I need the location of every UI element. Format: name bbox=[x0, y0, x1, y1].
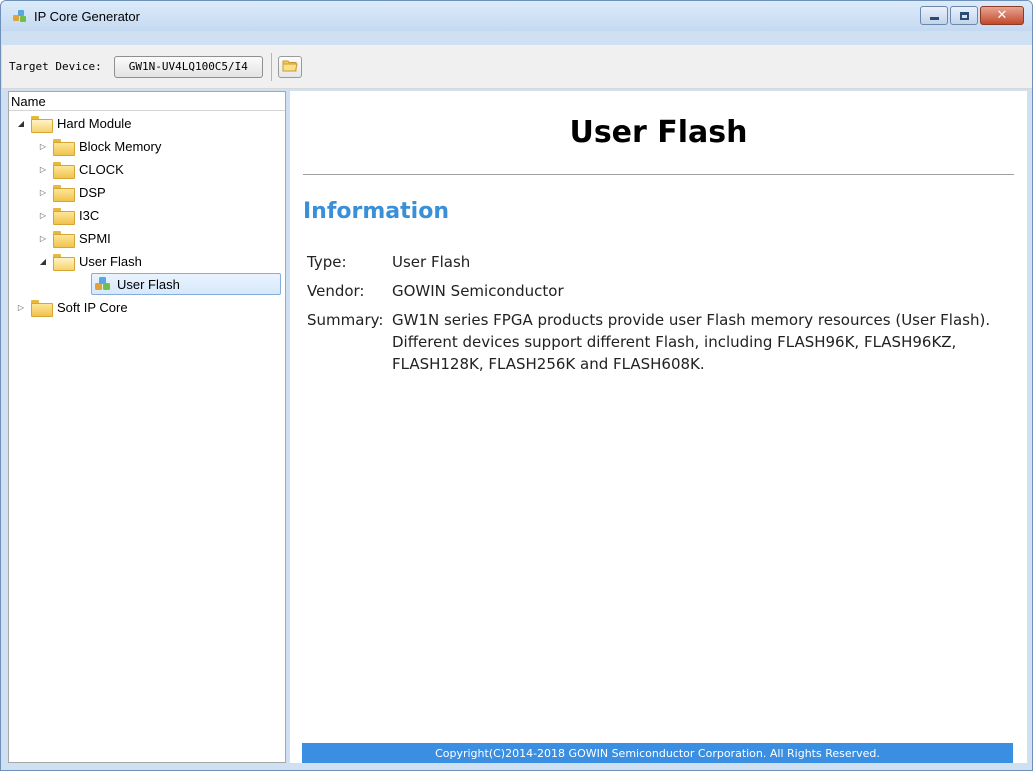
tree-item-soft-ip-core[interactable]: ▷ Soft IP Core bbox=[15, 296, 128, 318]
tree-item-user-flash[interactable]: User Flash bbox=[91, 273, 281, 295]
folder-icon bbox=[31, 299, 53, 317]
tree-item-label: User Flash bbox=[79, 253, 142, 269]
expanded-arrow-icon[interactable]: ◢ bbox=[15, 119, 27, 128]
folder-open-icon bbox=[282, 59, 298, 75]
target-device-label: Target Device: bbox=[9, 60, 102, 73]
tree-item-label: SPMI bbox=[79, 230, 111, 246]
ip-tree-panel: Name ◢ Hard Module ▷ Block Memory ▷ CLOC… bbox=[8, 91, 286, 763]
tree-item-block-memory[interactable]: ▷ Block Memory bbox=[37, 135, 161, 157]
tree-item-label: User Flash bbox=[117, 276, 180, 292]
ip-core-generator-icon bbox=[12, 8, 28, 24]
tree-item-hard-module[interactable]: ◢ Hard Module bbox=[15, 112, 131, 134]
info-row-type: Type: User Flash bbox=[307, 251, 992, 273]
copyright-footer: Copyright(C)2014-2018 GOWIN Semiconducto… bbox=[302, 743, 1013, 763]
minimize-button[interactable] bbox=[920, 6, 948, 25]
ip-info-panel: User Flash Information Type: User Flash … bbox=[290, 91, 1027, 763]
toolbar-separator bbox=[270, 52, 272, 81]
close-button[interactable]: ✕ bbox=[980, 6, 1024, 25]
info-value: GW1N series FPGA products provide user F… bbox=[392, 311, 991, 373]
collapsed-arrow-icon[interactable]: ▷ bbox=[37, 211, 49, 220]
collapsed-arrow-icon[interactable]: ▷ bbox=[37, 142, 49, 151]
toolbar: Target Device: GW1N-UV4LQ100C5/I4 bbox=[2, 45, 1032, 89]
page-title: User Flash bbox=[569, 115, 748, 150]
collapsed-arrow-icon[interactable]: ▷ bbox=[37, 165, 49, 174]
expanded-arrow-icon[interactable]: ◢ bbox=[37, 257, 49, 266]
info-row-summary: Summary: GW1N series FPGA products provi… bbox=[307, 309, 992, 375]
app-window: IP Core Generator ✕ Target Device: GW1N-… bbox=[0, 0, 1033, 771]
open-folder-button[interactable] bbox=[277, 55, 302, 78]
tree-item-spmi[interactable]: ▷ SPMI bbox=[37, 227, 111, 249]
target-device-button[interactable]: GW1N-UV4LQ100C5/I4 bbox=[113, 55, 263, 78]
info-key: Type: bbox=[307, 253, 347, 271]
info-value: User Flash bbox=[392, 253, 471, 271]
ip-core-icon bbox=[94, 276, 111, 292]
tree-item-clock[interactable]: ▷ CLOCK bbox=[37, 158, 124, 180]
folder-icon bbox=[53, 207, 75, 225]
collapsed-arrow-icon[interactable]: ▷ bbox=[37, 234, 49, 243]
folder-icon bbox=[53, 230, 75, 248]
tree-item-label: Hard Module bbox=[57, 115, 132, 131]
tree-item-label: Soft IP Core bbox=[57, 299, 128, 315]
info-row-vendor: Vendor: GOWIN Semiconductor bbox=[307, 280, 992, 302]
collapsed-arrow-icon[interactable]: ▷ bbox=[15, 303, 27, 312]
info-key: Vendor: bbox=[307, 282, 365, 300]
collapsed-arrow-icon[interactable]: ▷ bbox=[37, 188, 49, 197]
tree-item-label: I3C bbox=[79, 207, 100, 223]
info-value: GOWIN Semiconductor bbox=[392, 282, 564, 300]
folder-icon bbox=[53, 161, 75, 179]
section-heading: Information bbox=[303, 199, 449, 224]
info-table: Type: User Flash Vendor: GOWIN Semicondu… bbox=[307, 251, 992, 382]
maximize-icon bbox=[959, 11, 969, 20]
info-key: Summary: bbox=[307, 311, 384, 329]
folder-icon bbox=[53, 138, 75, 156]
window-title: IP Core Generator bbox=[34, 8, 140, 24]
folder-icon bbox=[53, 184, 75, 202]
folder-open-icon bbox=[53, 253, 75, 271]
tree-item-label: Block Memory bbox=[79, 138, 162, 154]
tree-column-header[interactable]: Name bbox=[9, 92, 285, 111]
window-controls: ✕ bbox=[920, 6, 1024, 25]
close-icon: ✕ bbox=[996, 8, 1008, 23]
tree-item-dsp[interactable]: ▷ DSP bbox=[37, 181, 106, 203]
maximize-button[interactable] bbox=[950, 6, 978, 25]
tree-item-user-flash-group[interactable]: ◢ User Flash bbox=[37, 250, 142, 272]
tree-item-label: DSP bbox=[79, 184, 106, 200]
minimize-icon bbox=[929, 16, 939, 20]
tree-item-i3c[interactable]: ▷ I3C bbox=[37, 204, 99, 226]
folder-open-icon bbox=[31, 115, 53, 133]
title-bar[interactable]: IP Core Generator ✕ bbox=[1, 1, 1032, 31]
tree-item-label: CLOCK bbox=[79, 161, 124, 177]
title-divider bbox=[303, 174, 1014, 175]
